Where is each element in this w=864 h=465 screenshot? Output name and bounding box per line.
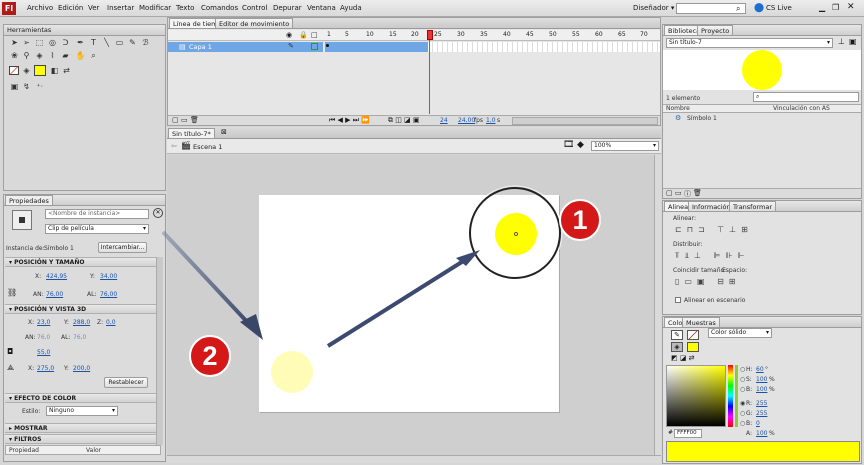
move-arrow [326,258,467,348]
s-label: S: [746,376,752,383]
align-label: Alinear: [673,215,696,222]
new-symbol-icon[interactable]: ▢ [666,189,673,197]
movieclip-icon: ⚙ [675,114,682,122]
badge-one-label: 1 [572,205,588,235]
r-radio-icon[interactable]: ◉ [740,400,745,407]
new-library-icon[interactable]: ▣ [849,37,857,46]
r-value[interactable]: 255 [756,400,767,407]
color-tabbar: Color Muestras [663,317,861,328]
library-footer: ▢ ▭ ⓘ 🗑 [663,188,861,198]
hue-slider[interactable] [728,365,733,427]
symbol-instance[interactable] [495,213,537,255]
match-size-label: Coincidir tamaño: [673,267,727,274]
pointer-arrow [161,230,252,327]
hex-input[interactable]: FFFF00 [674,429,702,438]
alpha-label: A: [746,430,753,437]
library-search[interactable]: ⌕ [753,92,859,102]
r-label: R: [746,400,753,407]
library-doc-select[interactable]: Sin título-7 ▾ [666,38,833,48]
s-radio-icon[interactable]: ○ [740,376,745,383]
tab-project[interactable]: Proyecto [697,25,734,35]
distribute-label: Distribuir: [673,241,703,248]
library-item-row[interactable]: ⚙ Símbolo 1 [663,114,861,124]
new-folder-icon[interactable]: ▭ [675,189,682,197]
stroke-color-swatch[interactable] [687,330,699,340]
b-value[interactable]: 100 [756,386,767,393]
s-unit: % [769,376,775,383]
fill-bucket-icon[interactable]: ◈ [671,342,683,352]
alpha-unit: % [769,430,775,437]
align-to-stage-checkbox[interactable] [675,297,681,303]
library-col-linkage[interactable]: Vinculación con AS [773,105,830,112]
chevron-down-icon: ▾ [765,329,769,336]
s-value[interactable]: 100 [756,376,767,383]
space-label: Espacio: [722,267,748,274]
library-item-name: Símbolo 1 [687,115,717,122]
h-unit: ° [765,366,768,373]
library-columns: Nombre Vinculación con AS [663,104,861,113]
h-label: H: [746,366,753,373]
delete-icon[interactable]: 🗑 [693,189,702,197]
badge-two-label: 2 [202,341,218,371]
color-type-select[interactable]: Color sólido ▾ [708,328,772,338]
align-to-stage-label: Alinear en escenario [684,297,746,304]
pin-icon[interactable]: ⊥ [838,37,845,46]
color-preview-bar [666,441,860,462]
library-panel: Biblioteca Proyecto Sin título-7 ▾ ⊥ ▣ 1… [662,24,862,199]
fill-color-swatch[interactable] [687,342,699,352]
h-value[interactable]: 60 [756,366,764,373]
tab-swatches[interactable]: Muestras [682,317,720,327]
b-radio-icon[interactable]: ○ [740,386,745,393]
g-value[interactable]: 255 [756,410,767,417]
blue-value[interactable]: 0 [756,420,760,427]
g-label: G: [746,410,753,417]
bl-radio-icon[interactable]: ○ [740,420,745,427]
align-tabbar: Alinear Información Transformar [663,201,861,212]
library-preview-symbol [742,50,782,90]
library-tabbar: Biblioteca Proyecto [663,25,861,36]
search-icon: ⌕ [756,93,760,100]
tab-info[interactable]: Información [688,201,735,211]
color-picker-square[interactable] [666,365,726,427]
stroke-pencil-icon[interactable]: ✎ [671,330,683,340]
b-unit: % [769,386,775,393]
properties-icon[interactable]: ⓘ [684,189,691,199]
g-radio-icon[interactable]: ○ [740,410,745,417]
chevron-down-icon: ▾ [826,39,830,46]
library-col-name[interactable]: Nombre [666,105,690,112]
align-panel: Alinear Información Transformar Alinear:… [662,200,862,315]
tab-transform[interactable]: Transformar [729,201,776,211]
blue-label: B: [746,420,753,427]
hsb-radio-icon[interactable]: ○ [740,366,745,373]
library-preview [663,50,861,90]
match-space-buttons[interactable]: ▯▭▣ ⊟⊞ [675,277,855,286]
hex-hash: # [668,429,674,436]
color-mini-icons[interactable]: ◩ ◪ ⇄ [671,354,695,362]
color-panel: Color Muestras ✎ ◈ Color sólido ▾ ◩ ◪ ⇄ … [662,316,862,464]
distribute-buttons[interactable]: ⫪⫫⊥ ⊫⊪⊩ [675,251,855,261]
library-item-count: 1 elemento [666,95,701,102]
alpha-value[interactable]: 100 [756,430,767,437]
b-label: B: [746,386,753,393]
align-buttons[interactable]: ⊏⊓⊐ ⊤⊥⊞ [675,225,855,234]
symbol-ghost-position [271,351,313,393]
hue-marker [735,365,738,427]
